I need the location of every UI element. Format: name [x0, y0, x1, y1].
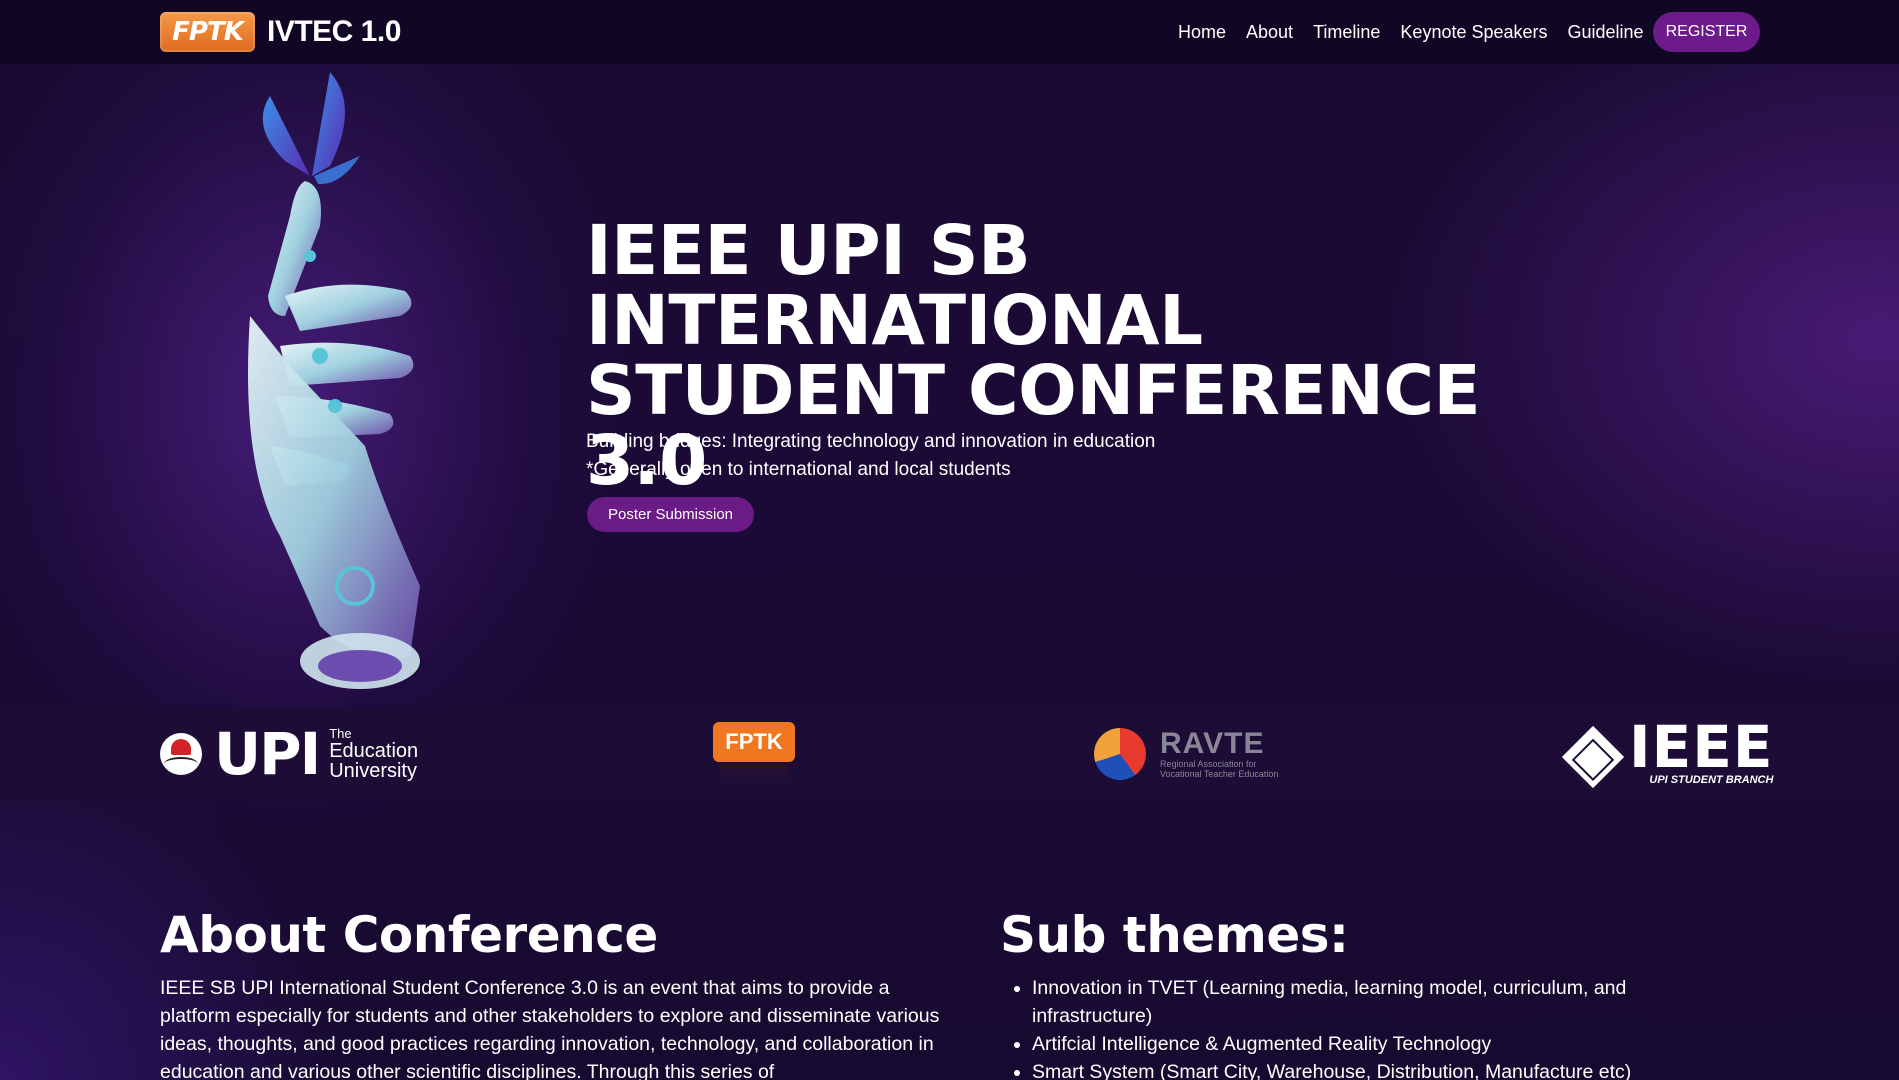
robot-hand-illustration	[248, 72, 420, 689]
hero-title-line: INTERNATIONAL	[586, 281, 1203, 361]
ravte-tag-line1: Regional Association for	[1160, 759, 1257, 769]
ieee-wordmark: IEEE	[1629, 713, 1774, 781]
about-title: About Conference	[160, 906, 658, 964]
upi-tagline: The Education University	[329, 726, 419, 782]
nav-link-home[interactable]: Home	[1178, 22, 1226, 43]
hero-subtitle-block: Building bridges: Integrating technology…	[586, 428, 1155, 484]
fptk-logo: FPTK	[160, 12, 255, 52]
register-button[interactable]: REGISTER	[1653, 12, 1760, 52]
upi-tag-line1: Education	[329, 740, 419, 762]
ieee-tag: UPI STUDENT BRANCH	[1649, 774, 1774, 786]
nav-links: Home About Timeline Keynote Speakers Gui…	[1178, 0, 1644, 64]
ravte-tag-line2: Vocational Teacher Education	[1160, 769, 1279, 779]
partner-logos: UPI The Education University FPTK RAVTE …	[0, 706, 1899, 800]
ravte-text: RAVTE Regional Association for Vocationa…	[1160, 727, 1279, 780]
nav-link-keynote-speakers[interactable]: Keynote Speakers	[1400, 22, 1547, 43]
nav-link-timeline[interactable]: Timeline	[1313, 22, 1380, 43]
themes-list: Innovation in TVET (Learning media, lear…	[1032, 974, 1732, 1080]
ravte-wordmark: RAVTE	[1160, 727, 1265, 760]
themes-title: Sub themes:	[1000, 906, 1349, 964]
upi-tag-line2: University	[329, 760, 417, 782]
theme-item: Innovation in TVET (Learning media, lear…	[1032, 974, 1732, 1030]
fptk-partner-logo: FPTK	[713, 722, 795, 786]
page: FPTK IVTEC 1.0 Home About Timeline Keyno…	[0, 0, 1899, 1080]
about-text: IEEE SB UPI International Student Confer…	[160, 977, 940, 1080]
butterfly-wing-left	[262, 96, 310, 176]
fptk-wordmark: FPTK	[713, 722, 795, 762]
upi-logo: UPI The Education University	[160, 720, 419, 788]
theme-item: Smart System (Smart City, Warehouse, Dis…	[1032, 1058, 1732, 1080]
hero-note: *Generally open to international and loc…	[586, 459, 1011, 480]
ieee-diamond-icon	[1561, 725, 1625, 789]
nav-link-about[interactable]: About	[1246, 22, 1293, 43]
poster-submission-button[interactable]: Poster Submission	[587, 497, 754, 532]
ravte-globe-icon	[1094, 728, 1146, 780]
fptk-emblem-icon	[719, 764, 789, 786]
ieee-logo: IEEE UPI STUDENT BRANCH	[1561, 713, 1774, 789]
hero-subtitle: Building bridges: Integrating technology…	[586, 431, 1156, 452]
hero-title-line: IEEE UPI SB	[586, 211, 1031, 291]
brand-name: IVTEC 1.0	[267, 15, 401, 48]
upi-emblem-icon	[160, 733, 202, 775]
theme-item: Artifcial Intelligence & Augmented Reali…	[1032, 1030, 1732, 1058]
ieee-text: IEEE UPI STUDENT BRANCH	[1629, 713, 1774, 786]
ravte-logo: RAVTE Regional Association for Vocationa…	[1094, 728, 1278, 780]
upi-tag-small: The	[329, 726, 352, 741]
nav-link-guideline[interactable]: Guideline	[1568, 22, 1644, 43]
upi-wordmark: UPI	[214, 720, 321, 788]
navbar: FPTK IVTEC 1.0 Home About Timeline Keyno…	[0, 0, 1899, 64]
brand[interactable]: FPTK IVTEC 1.0	[160, 12, 401, 52]
